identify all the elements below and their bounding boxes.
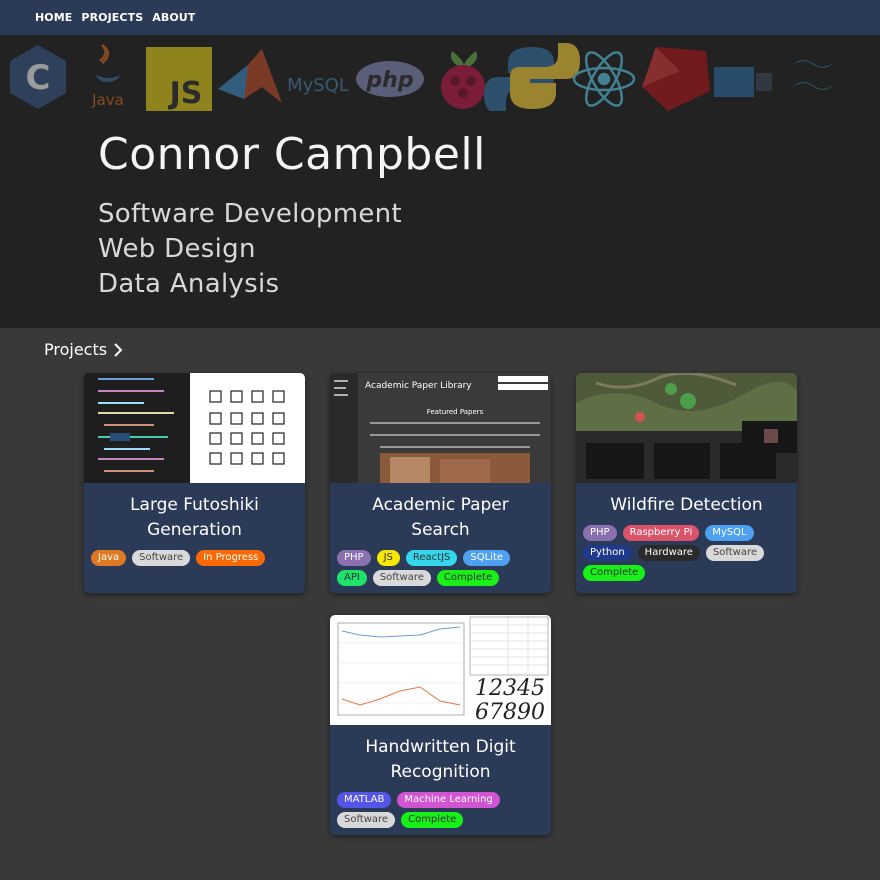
tag-software: Software (132, 550, 191, 566)
project-card-academic-paper-search[interactable]: Academic Paper Library Featured Papers A… (330, 373, 551, 593)
project-card-futoshiki[interactable]: Large Futoshiki Generation Java Software… (84, 373, 305, 593)
tag-status: Complete (436, 570, 500, 586)
svg-text:php: php (365, 68, 413, 93)
tech-logos-strip: C Java JS MySQL php (10, 43, 838, 111)
futoshiki-thumbnail (84, 373, 305, 483)
python-icon (484, 43, 580, 111)
hero-banner: C Java JS MySQL php Connor Campbell Soft… (0, 35, 880, 328)
project-card-wildfire-detection[interactable]: Wildfire Detection PHP Raspberry Pi MySQ… (576, 373, 797, 593)
tag-php: PHP (583, 525, 617, 541)
project-title: Academic Paper Search (372, 495, 509, 540)
react-icon (572, 51, 636, 107)
projects-heading: Projects (44, 340, 108, 359)
top-nav: HOME PROJECTS ABOUT (0, 0, 880, 35)
chevron-right-icon (114, 342, 123, 357)
tag-list: PHP JS ReactJS SQLite API Software Compl… (330, 547, 551, 593)
hero-line-1: Software Development (98, 199, 402, 229)
tag-status: In Progress (196, 550, 266, 566)
tag-hardware: Hardware (637, 545, 700, 561)
svg-text:Featured Papers: Featured Papers (427, 408, 484, 416)
wildfire-thumbnail (576, 373, 797, 483)
tag-php: PHP (337, 550, 371, 566)
ruby-icon (642, 47, 710, 111)
academic-paper-thumbnail: Academic Paper Library Featured Papers (330, 373, 551, 483)
svg-text:JS: JS (168, 76, 203, 111)
javascript-icon: JS (146, 47, 212, 111)
tag-software: Software (705, 545, 765, 561)
tag-list: MATLAB Machine Learning Software Complet… (330, 789, 551, 835)
tag-reactjs: ReactJS (405, 550, 458, 566)
projects-heading-link[interactable]: Projects (44, 340, 123, 359)
svg-text:Academic Paper Library: Academic Paper Library (365, 381, 472, 391)
docker-icon (714, 67, 772, 97)
hero-line-3: Data Analysis (98, 269, 280, 299)
digit-recognition-thumbnail: 12345 67890 (330, 615, 551, 725)
mysql-icon: MySQL (287, 75, 349, 96)
svg-text:Java: Java (91, 91, 124, 109)
nav-about-link[interactable]: ABOUT (152, 11, 195, 24)
tag-status: Complete (583, 565, 646, 581)
hero-name: Connor Campbell (98, 129, 486, 180)
tag-machine-learning: Machine Learning (397, 792, 500, 808)
project-card-handwritten-digit-recognition[interactable]: 12345 67890 Handwritten Digit Recognitio… (330, 615, 551, 835)
tag-matlab: MATLAB (337, 792, 392, 808)
svg-text:12345: 12345 (475, 676, 545, 701)
tag-list: PHP Raspberry Pi MySQL Python Hardware S… (576, 522, 797, 591)
tag-software: Software (337, 812, 396, 828)
tag-js: JS (376, 550, 400, 566)
tag-software: Software (372, 570, 431, 586)
svg-text:MySQL: MySQL (287, 75, 349, 96)
java-icon: Java (91, 43, 124, 109)
hero-line-2: Web Design (98, 234, 256, 264)
svg-text:67890: 67890 (475, 700, 545, 725)
tag-list: Java Software In Progress (84, 547, 305, 576)
svg-text:C: C (26, 58, 51, 98)
tag-sqlite: SQLite (463, 550, 511, 566)
tag-status: Complete (401, 812, 464, 828)
tag-api: API (337, 570, 367, 586)
tailwind-icon (788, 57, 838, 93)
tag-raspberry-pi: Raspberry Pi (622, 525, 700, 541)
tag-java: Java (91, 550, 127, 566)
project-title: Wildfire Detection (610, 495, 763, 515)
raspberry-pi-icon (441, 51, 485, 109)
tag-python: Python (583, 545, 632, 561)
nav-projects-link[interactable]: PROJECTS (81, 11, 143, 24)
php-icon: php (356, 61, 424, 97)
project-title: Handwritten Digit Recognition (365, 737, 516, 782)
project-title: Large Futoshiki Generation (130, 495, 259, 540)
nav-home-link[interactable]: HOME (35, 11, 72, 24)
matlab-icon (218, 49, 282, 103)
tag-mysql: MySQL (705, 525, 754, 541)
c-icon: C (10, 45, 66, 109)
